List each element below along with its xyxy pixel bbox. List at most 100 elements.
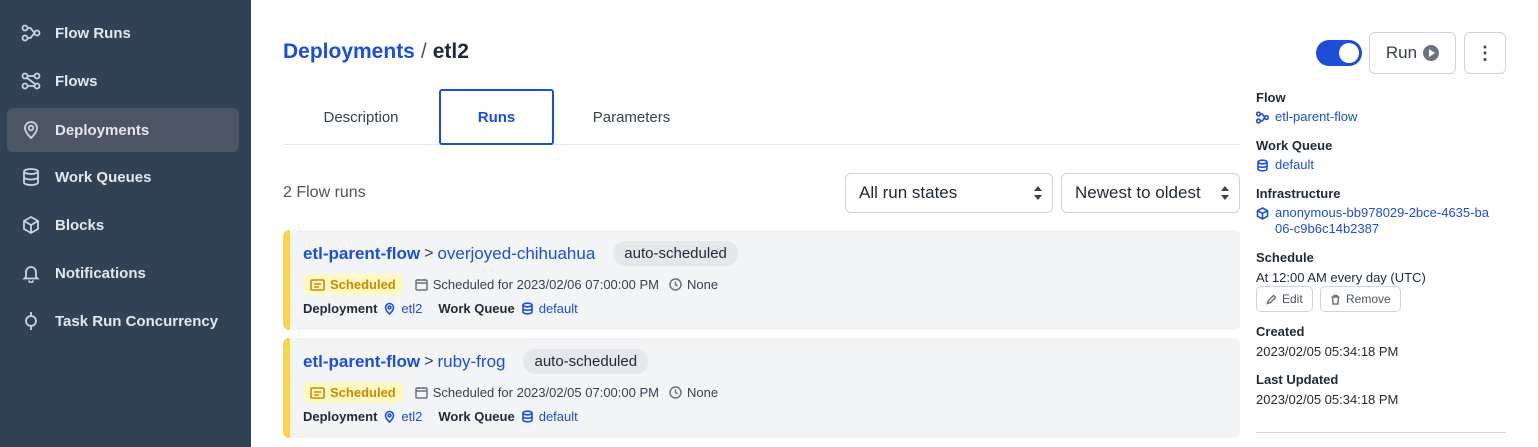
more-menu-button[interactable]: ⋮ — [1464, 32, 1506, 74]
deployment-link-text: etl2 — [401, 409, 423, 424]
sidebar-item-label: Flows — [55, 72, 98, 90]
deployment-label: Deployment — [303, 301, 378, 316]
chevron-right-icon: > — [424, 352, 434, 370]
scheduled-time: Scheduled for 2023/02/05 07:00:00 PM — [415, 385, 659, 400]
tab-description[interactable]: Description — [283, 89, 439, 145]
flow-run-card: etl-parent-flow > ruby-frog auto-schedul… — [283, 338, 1240, 438]
run-state-select-value: All run states — [859, 183, 958, 202]
sidebar-item-label: Notifications — [55, 264, 146, 282]
run-duration: None — [669, 385, 718, 400]
remove-button-label: Remove — [1346, 292, 1391, 306]
deployment-link[interactable]: etl2 — [383, 301, 422, 316]
kebab-icon: ⋮ — [1476, 42, 1494, 63]
concurrency-icon — [20, 310, 42, 332]
detail-infrastructure-link[interactable]: anonymous-bb978029-2bce-4635-ba06-c9b6c1… — [1256, 205, 1496, 237]
run-deployment-row: Deployment etl2 Work Queue default — [303, 409, 594, 424]
run-duration: None — [669, 277, 718, 292]
detail-flow-link[interactable]: etl-parent-flow — [1256, 109, 1357, 125]
run-title-row: etl-parent-flow > overjoyed-chihuahua au… — [303, 241, 738, 266]
tag-badge: auto-scheduled — [613, 241, 738, 266]
sidebar-item-deployments[interactable]: Deployments — [7, 108, 239, 152]
schedule-active-toggle[interactable] — [1316, 40, 1362, 66]
location-pin-icon — [385, 410, 395, 423]
breadcrumb-separator: / — [420, 40, 427, 63]
detail-label-created: Created — [1256, 324, 1305, 339]
run-meta-row: Scheduled Scheduled for 2023/02/06 07:00… — [303, 274, 728, 295]
tab-parameters[interactable]: Parameters — [554, 89, 709, 145]
sidebar-item-flow-runs[interactable]: Flow Runs — [7, 11, 239, 55]
tag-badge: auto-scheduled — [523, 349, 649, 374]
location-pin-icon — [20, 119, 42, 141]
detail-label-infrastructure: Infrastructure — [1256, 186, 1341, 201]
work-queue-link-text: default — [538, 301, 578, 316]
work-queue-link[interactable]: default — [521, 301, 578, 316]
run-button-label: Run — [1385, 43, 1418, 62]
run-meta-row: Scheduled Scheduled for 2023/02/05 07:00… — [303, 382, 728, 403]
tab-runs[interactable]: Runs — [439, 89, 554, 145]
tab-label: Parameters — [592, 108, 671, 126]
flow-run-card: etl-parent-flow > overjoyed-chihuahua au… — [283, 230, 1240, 330]
flow-run-link[interactable]: ruby-frog — [437, 352, 505, 372]
database-icon — [521, 302, 533, 315]
sidebar-item-task-run-concurrency[interactable]: Task Run Concurrency — [7, 299, 239, 343]
detail-label-last-updated: Last Updated — [1256, 372, 1339, 387]
select-arrows-icon — [1034, 186, 1042, 200]
detail-label-schedule: Schedule — [1256, 250, 1314, 265]
detail-created-text: 2023/02/05 05:34:18 PM — [1256, 344, 1399, 359]
sidebar-item-blocks[interactable]: Blocks — [7, 203, 239, 247]
calendar-icon — [415, 387, 428, 399]
sidebar-item-label: Work Queues — [55, 168, 152, 186]
database-icon — [1257, 159, 1268, 172]
location-pin-icon — [385, 302, 395, 315]
edit-button-label: Edit — [1282, 292, 1303, 306]
sidebar-item-label: Task Run Concurrency — [55, 312, 219, 330]
scheduled-time: Scheduled for 2023/02/06 07:00:00 PM — [415, 277, 659, 292]
sidebar-item-notifications[interactable]: Notifications — [7, 251, 239, 295]
page-title: etl2 — [432, 40, 469, 63]
sidebar-item-flows[interactable]: Flows — [7, 59, 239, 103]
detail-label-flow: Flow — [1256, 90, 1286, 105]
work-queue-label: Work Queue — [438, 409, 515, 424]
pencil-icon — [1266, 293, 1277, 305]
state-badge: Scheduled — [303, 382, 403, 403]
flow-link[interactable]: etl-parent-flow — [303, 352, 420, 372]
tab-bar: Description Runs Parameters — [283, 89, 1240, 145]
deployment-label: Deployment — [303, 409, 378, 424]
select-arrows-icon — [1221, 186, 1229, 200]
edit-schedule-button[interactable]: Edit — [1256, 286, 1313, 312]
sidebar-item-label: Blocks — [55, 216, 105, 234]
tab-label: Runs — [477, 108, 516, 126]
deployment-link[interactable]: etl2 — [383, 409, 422, 424]
remove-schedule-button[interactable]: Remove — [1320, 286, 1401, 312]
flow-link[interactable]: etl-parent-flow — [303, 244, 420, 264]
sort-select[interactable]: Newest to oldest — [1061, 173, 1240, 213]
database-icon — [521, 410, 533, 423]
run-state-select[interactable]: All run states — [845, 173, 1053, 213]
run-deployment-row: Deployment etl2 Work Queue default — [303, 301, 594, 316]
scheduled-icon — [310, 386, 325, 399]
sidebar-item-work-queues[interactable]: Work Queues — [7, 155, 239, 199]
detail-last-updated-text: 2023/02/05 05:34:18 PM — [1256, 392, 1399, 407]
sidebar-item-label: Deployments — [55, 121, 150, 139]
sort-select-value: Newest to oldest — [1075, 183, 1201, 202]
detail-work-queue-link[interactable]: default — [1256, 157, 1314, 173]
scheduled-time-text: Scheduled for 2023/02/05 07:00:00 PM — [432, 385, 659, 400]
deployment-link-text: etl2 — [401, 301, 423, 316]
state-badge: Scheduled — [303, 274, 403, 295]
database-icon — [20, 166, 42, 188]
breadcrumb: Deployments / etl2 — [283, 40, 469, 64]
work-queue-link[interactable]: default — [521, 409, 578, 424]
calendar-icon — [415, 279, 428, 291]
work-queue-label: Work Queue — [438, 301, 515, 316]
cube-icon — [20, 214, 42, 236]
clock-icon — [669, 386, 682, 399]
run-duration-text: None — [686, 385, 719, 400]
run-button[interactable]: Run — [1369, 32, 1456, 74]
flow-runs-icon — [20, 22, 42, 44]
flow-run-link[interactable]: overjoyed-chihuahua — [437, 244, 595, 264]
bell-icon — [20, 262, 42, 284]
trash-icon — [1331, 294, 1340, 305]
state-badge-label: Scheduled — [330, 385, 396, 400]
breadcrumb-deployments-link[interactable]: Deployments — [283, 40, 415, 63]
detail-infrastructure-text: anonymous-bb978029-2bce-4635-ba06-c9b6c1… — [1275, 205, 1489, 236]
